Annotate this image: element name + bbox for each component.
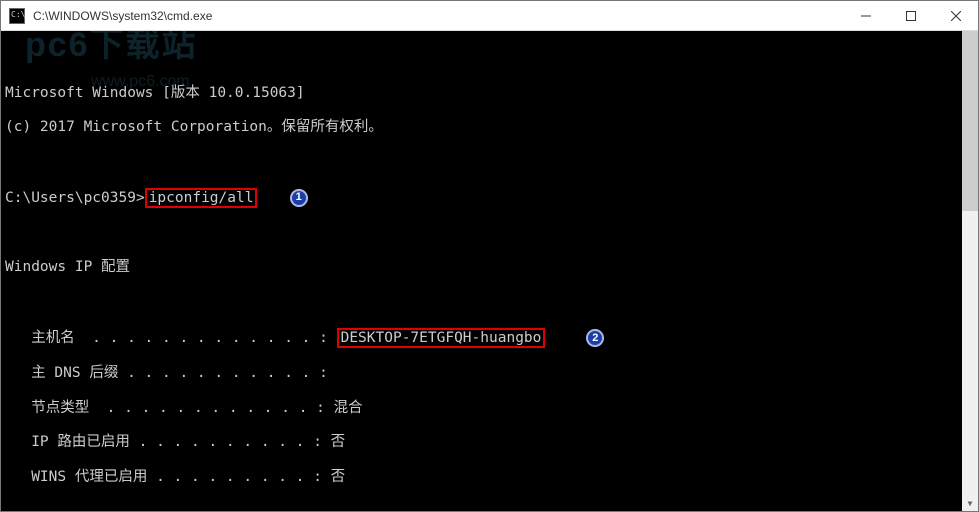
badge-2: 2 [586,329,604,347]
scrollbar-thumb[interactable] [962,31,978,211]
window-title: C:\WINDOWS\system32\cmd.exe [33,9,843,23]
command-highlight: ipconfig/all [145,188,258,208]
header-line-2: (c) 2017 Microsoft Corporation。保留所有权利。 [5,119,974,136]
hostname-value: DESKTOP-7ETGFQH-huangbo [341,330,542,346]
prompt-line: C:\Users\pc0359>ipconfig/all 1 [5,188,974,208]
scroll-down-arrow[interactable]: ▼ [962,495,978,511]
ip-routing-line: IP 路由已启用 . . . . . . . . . . : 否 [5,434,974,451]
header-line-1: Microsoft Windows [版本 10.0.15063] [5,85,974,102]
hostname-line: 主机名 . . . . . . . . . . . . . : DESKTOP-… [5,328,974,348]
badge-1: 1 [290,189,308,207]
ipconfig-section-title: Windows IP 配置 [5,259,974,276]
maximize-button[interactable] [888,1,933,31]
cmd-icon [9,8,25,24]
cmd-window: C:\WINDOWS\system32\cmd.exe pc6下载站 www.p… [0,0,979,512]
titlebar[interactable]: C:\WINDOWS\system32\cmd.exe [1,1,978,31]
vertical-scrollbar[interactable]: ▲ ▼ [962,31,978,511]
wins-proxy-line: WINS 代理已启用 . . . . . . . . . : 否 [5,469,974,486]
node-type-line: 节点类型 . . . . . . . . . . . . : 混合 [5,400,974,417]
minimize-button[interactable] [843,1,888,31]
terminal-output[interactable]: pc6下载站 www.pc6.com Microsoft Windows [版本… [1,31,978,511]
prompt-path: C:\Users\pc0359> [5,190,145,206]
hostname-highlight: DESKTOP-7ETGFQH-huangbo [337,328,546,348]
watermark-text: pc6下载站 [25,37,198,54]
command-text: ipconfig/all [149,190,254,206]
close-button[interactable] [933,1,978,31]
dns-suffix-line: 主 DNS 后缀 . . . . . . . . . . . : [5,365,974,382]
